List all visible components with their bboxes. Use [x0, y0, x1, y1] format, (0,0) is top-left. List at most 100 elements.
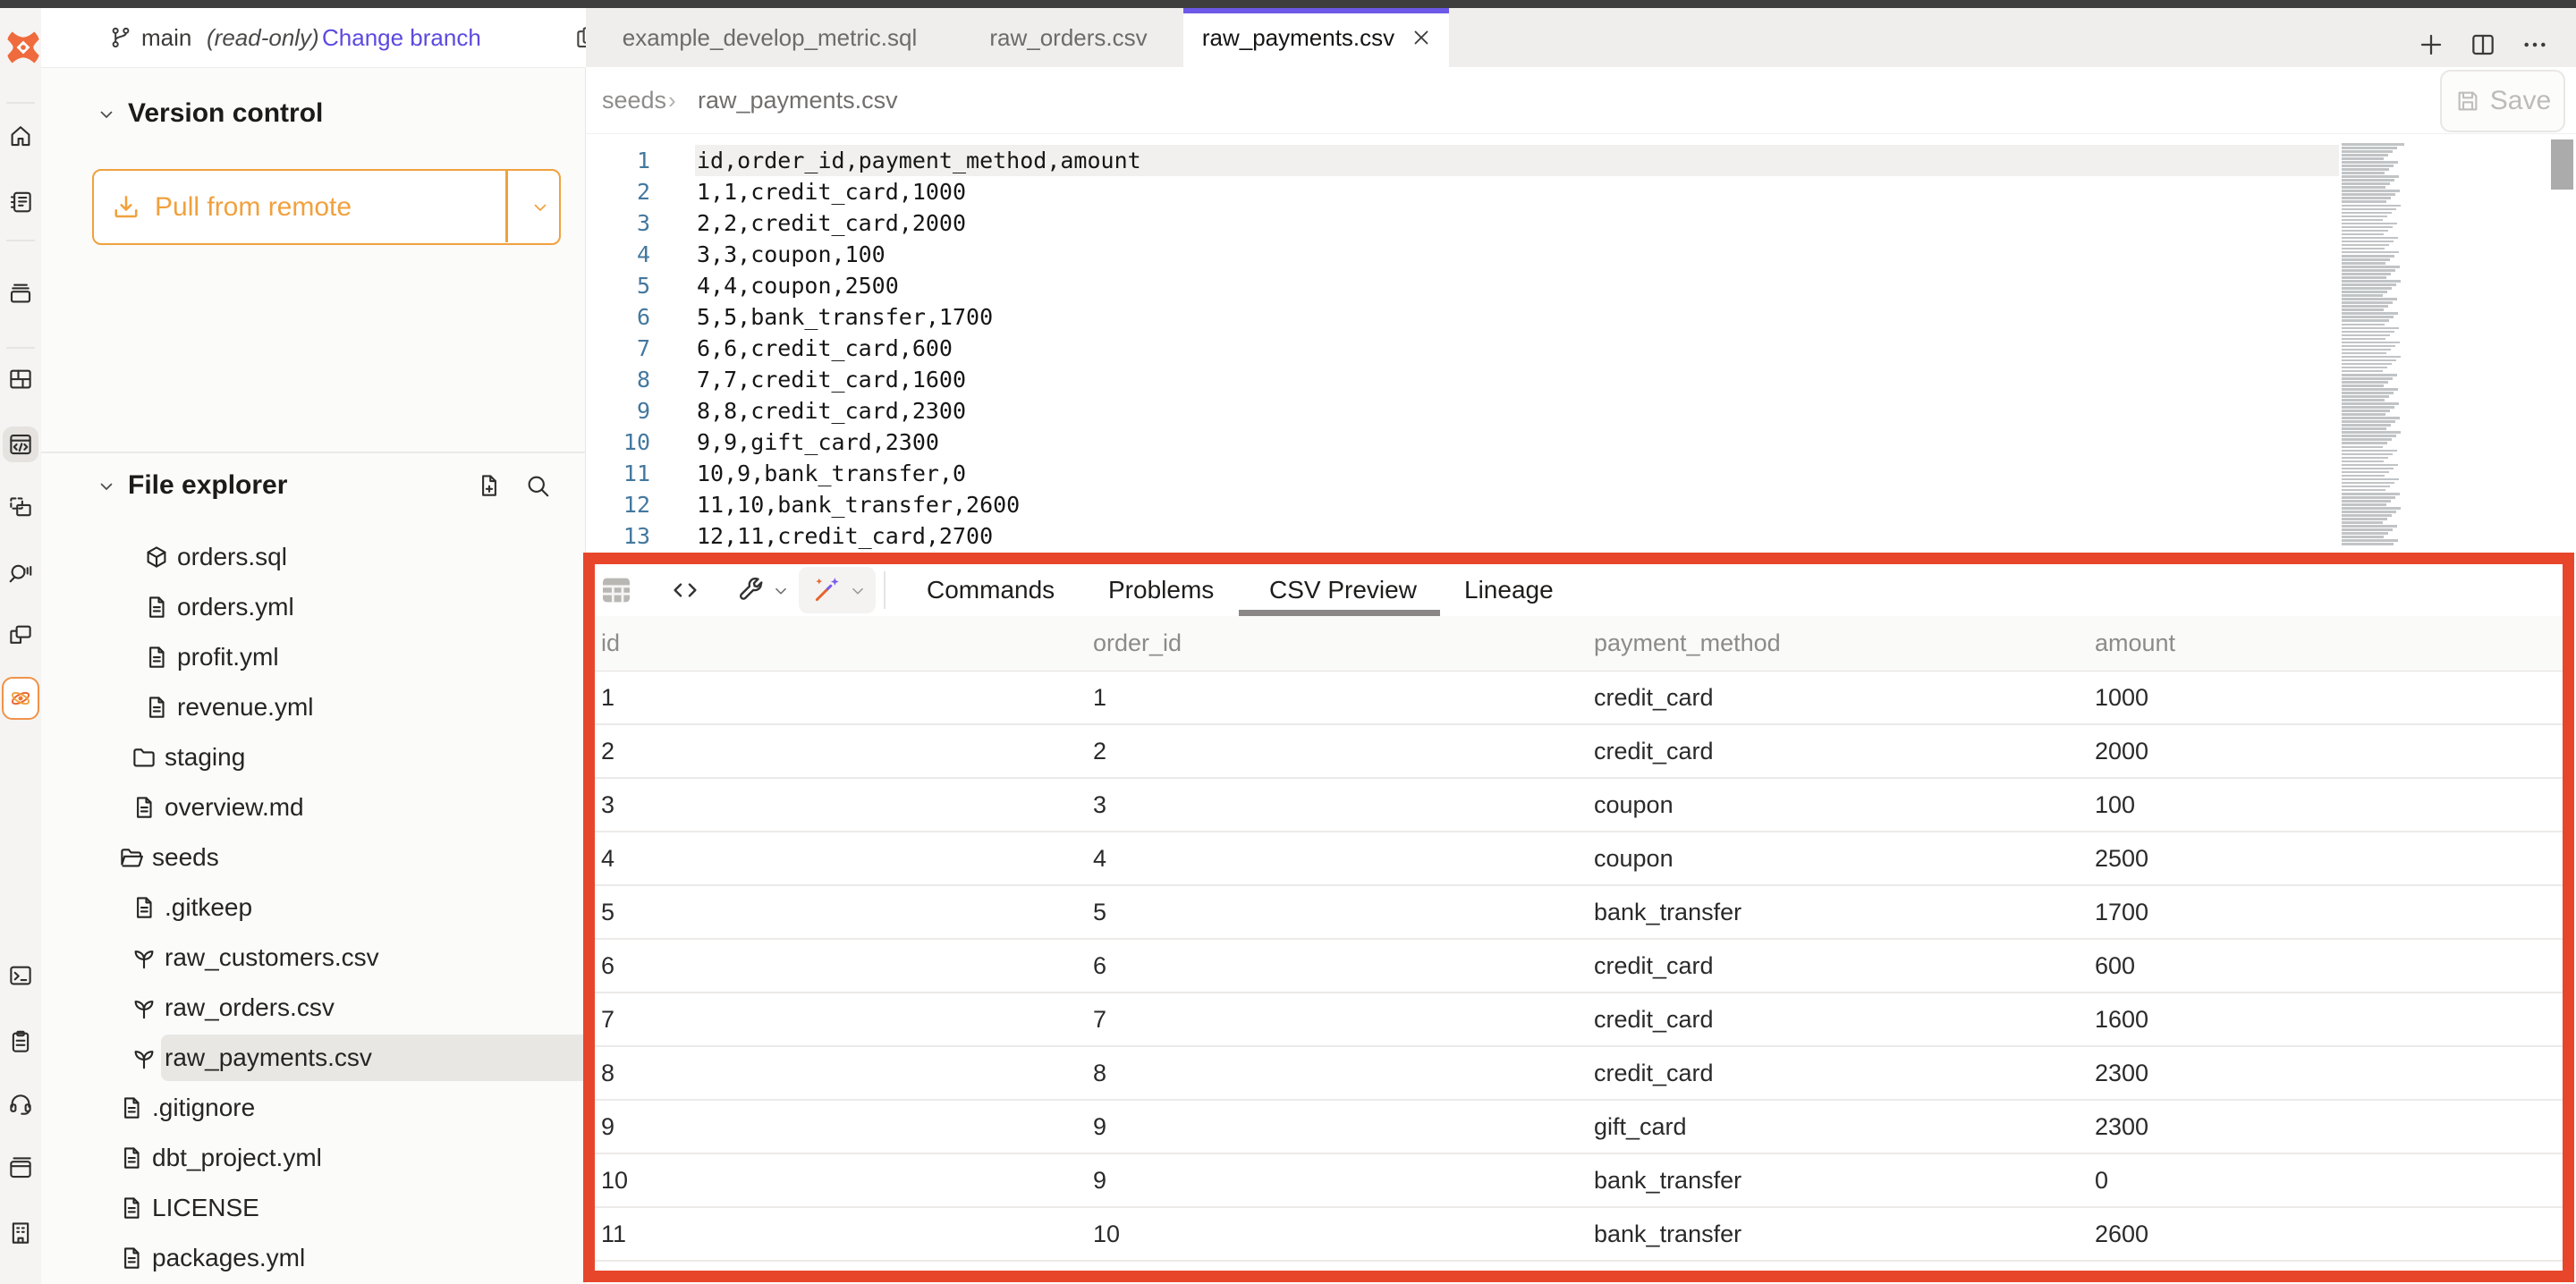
code-window-icon[interactable]: [7, 431, 34, 458]
file-explorer-title[interactable]: File explorer: [128, 470, 287, 501]
new-file-icon[interactable]: [476, 472, 503, 499]
minimap-line: [2342, 291, 2387, 293]
breadcrumb-folder[interactable]: seeds: [602, 67, 666, 134]
table-row: 88credit_card2300: [595, 1047, 2563, 1101]
minimap[interactable]: [2337, 143, 2436, 547]
docs-book-icon[interactable]: [7, 1154, 34, 1181]
clipboard-icon[interactable]: [7, 1028, 34, 1055]
editor-tab-raw-orders-csv[interactable]: raw_orders.csv: [955, 8, 1182, 67]
result-table-icon[interactable]: [598, 572, 634, 608]
code-line-8[interactable]: 87,7,credit_card,1600: [586, 364, 2576, 395]
panel-tab-commands[interactable]: Commands: [927, 564, 1055, 616]
code-line-12[interactable]: 1211,10,bank_transfer,2600: [586, 489, 2576, 520]
file-item-raw-payments-csv[interactable]: raw_payments.csv: [41, 1033, 586, 1083]
file-item--gitignore[interactable]: .gitignore: [41, 1083, 586, 1133]
frame-icon[interactable]: [7, 494, 34, 521]
minimap-line: [2342, 359, 2396, 362]
archive-icon[interactable]: [7, 280, 34, 307]
minimap-line: [2342, 374, 2397, 376]
code-line-4[interactable]: 43,3,coupon,100: [586, 239, 2576, 270]
code-line-9[interactable]: 98,8,credit_card,2300: [586, 395, 2576, 427]
minimap-line: [2342, 388, 2398, 391]
split-editor-icon[interactable]: [2469, 30, 2497, 59]
line-content: 12,11,credit_card,2700: [697, 520, 993, 552]
ellipsis-menu-icon[interactable]: [2521, 30, 2549, 59]
chevron-down-icon[interactable]: [771, 581, 791, 601]
new-tab-plus-icon[interactable]: [2417, 30, 2445, 59]
panel-tab-problems[interactable]: Problems: [1108, 564, 1214, 616]
code-line-2[interactable]: 21,1,credit_card,1000: [586, 176, 2576, 207]
chevron-down-icon[interactable]: [96, 104, 117, 125]
file-doc-icon: [118, 1094, 145, 1121]
file-item-orders-sql[interactable]: orders.sql: [41, 532, 586, 582]
file-item-dbt-project-yml[interactable]: dbt_project.yml: [41, 1133, 586, 1183]
pull-from-remote-button[interactable]: Pull from remote: [92, 169, 561, 245]
headset-icon[interactable]: [7, 1090, 34, 1117]
editor-scrollbar[interactable]: [2551, 139, 2573, 190]
minimap-line: [2342, 413, 2385, 416]
panel-tab-lineage[interactable]: Lineage: [1464, 564, 1554, 616]
file-doc-icon: [131, 794, 157, 821]
minimap-line: [2342, 486, 2390, 488]
magic-wand-icon[interactable]: [811, 575, 842, 605]
floppy-save-icon: [2454, 88, 2481, 114]
home-icon[interactable]: [7, 122, 34, 149]
query-search-icon[interactable]: [7, 558, 34, 585]
table-cell: 1000: [2095, 672, 2563, 723]
minimap-line: [2342, 338, 2385, 341]
table-cell: 10: [601, 1154, 1093, 1206]
minimap-line: [2342, 539, 2398, 542]
file-item-seeds[interactable]: seeds: [41, 832, 586, 883]
column-header-amount: amount: [2095, 616, 2563, 671]
editor-tab-example-develop-metric-sql[interactable]: example_develop_metric.sql: [586, 8, 953, 67]
file-item-raw-orders-csv[interactable]: raw_orders.csv: [41, 983, 586, 1033]
chevron-down-icon[interactable]: [848, 581, 868, 601]
compiled-code-icon[interactable]: [670, 575, 700, 605]
folder-icon: [131, 744, 157, 771]
change-branch-link[interactable]: Change branch: [322, 24, 481, 52]
file-item--gitkeep[interactable]: .gitkeep: [41, 883, 586, 933]
search-icon[interactable]: [524, 472, 551, 499]
file-item-overview-md[interactable]: overview.md: [41, 782, 586, 832]
table-cell: 100: [2095, 779, 2563, 831]
dbt-logo-icon[interactable]: [4, 29, 42, 66]
code-line-7[interactable]: 76,6,credit_card,600: [586, 333, 2576, 364]
file-item-revenue-yml[interactable]: revenue.yml: [41, 682, 586, 732]
minimap-line: [2342, 316, 2394, 318]
minimap-line: [2342, 172, 2385, 174]
file-item-staging[interactable]: staging: [41, 732, 586, 782]
code-editor[interactable]: 1id,order_id,payment_method,amount21,1,c…: [586, 134, 2576, 553]
panel-tab-csv-preview[interactable]: CSV Preview: [1269, 564, 1417, 616]
terminal-icon[interactable]: [7, 962, 34, 989]
code-line-11[interactable]: 1110,9,bank_transfer,0: [586, 458, 2576, 489]
minimap-line: [2342, 197, 2391, 199]
minimap-line: [2342, 157, 2384, 160]
file-item-packages-yml[interactable]: packages.yml: [41, 1233, 586, 1283]
code-line-5[interactable]: 54,4,coupon,2500: [586, 270, 2576, 301]
file-item-raw-customers-csv[interactable]: raw_customers.csv: [41, 933, 586, 983]
atom-icon[interactable]: [7, 685, 34, 712]
windows-icon[interactable]: [7, 621, 34, 648]
save-button[interactable]: Save: [2440, 70, 2565, 132]
file-item-orders-yml[interactable]: orders.yml: [41, 582, 586, 632]
close-icon[interactable]: [1410, 26, 1433, 49]
editor-tab-raw-payments-csv[interactable]: raw_payments.csv: [1183, 8, 1449, 67]
code-line-10[interactable]: 109,9,gift_card,2300: [586, 427, 2576, 458]
version-control-title[interactable]: Version control: [128, 98, 323, 129]
chevron-down-icon[interactable]: [521, 197, 559, 218]
dashboard-icon[interactable]: [7, 366, 34, 393]
code-line-1[interactable]: 1id,order_id,payment_method,amount: [586, 145, 2576, 176]
code-line-6[interactable]: 65,5,bank_transfer,1700: [586, 301, 2576, 333]
code-line-3[interactable]: 32,2,credit_card,2000: [586, 207, 2576, 239]
code-line-13[interactable]: 1312,11,credit_card,2700: [586, 520, 2576, 552]
file-item-profit-yml[interactable]: profit.yml: [41, 632, 586, 682]
chevron-down-icon[interactable]: [96, 476, 117, 497]
organization-icon[interactable]: [7, 1220, 34, 1246]
table-cell: 1700: [2095, 886, 2563, 938]
table-cell: 9: [1093, 1154, 1594, 1206]
file-item-label: staging: [165, 743, 245, 772]
notebook-icon[interactable]: [7, 189, 34, 215]
minimap-line: [2342, 200, 2386, 203]
build-wrench-icon[interactable]: [735, 575, 766, 605]
file-item-license[interactable]: LICENSE: [41, 1183, 586, 1233]
